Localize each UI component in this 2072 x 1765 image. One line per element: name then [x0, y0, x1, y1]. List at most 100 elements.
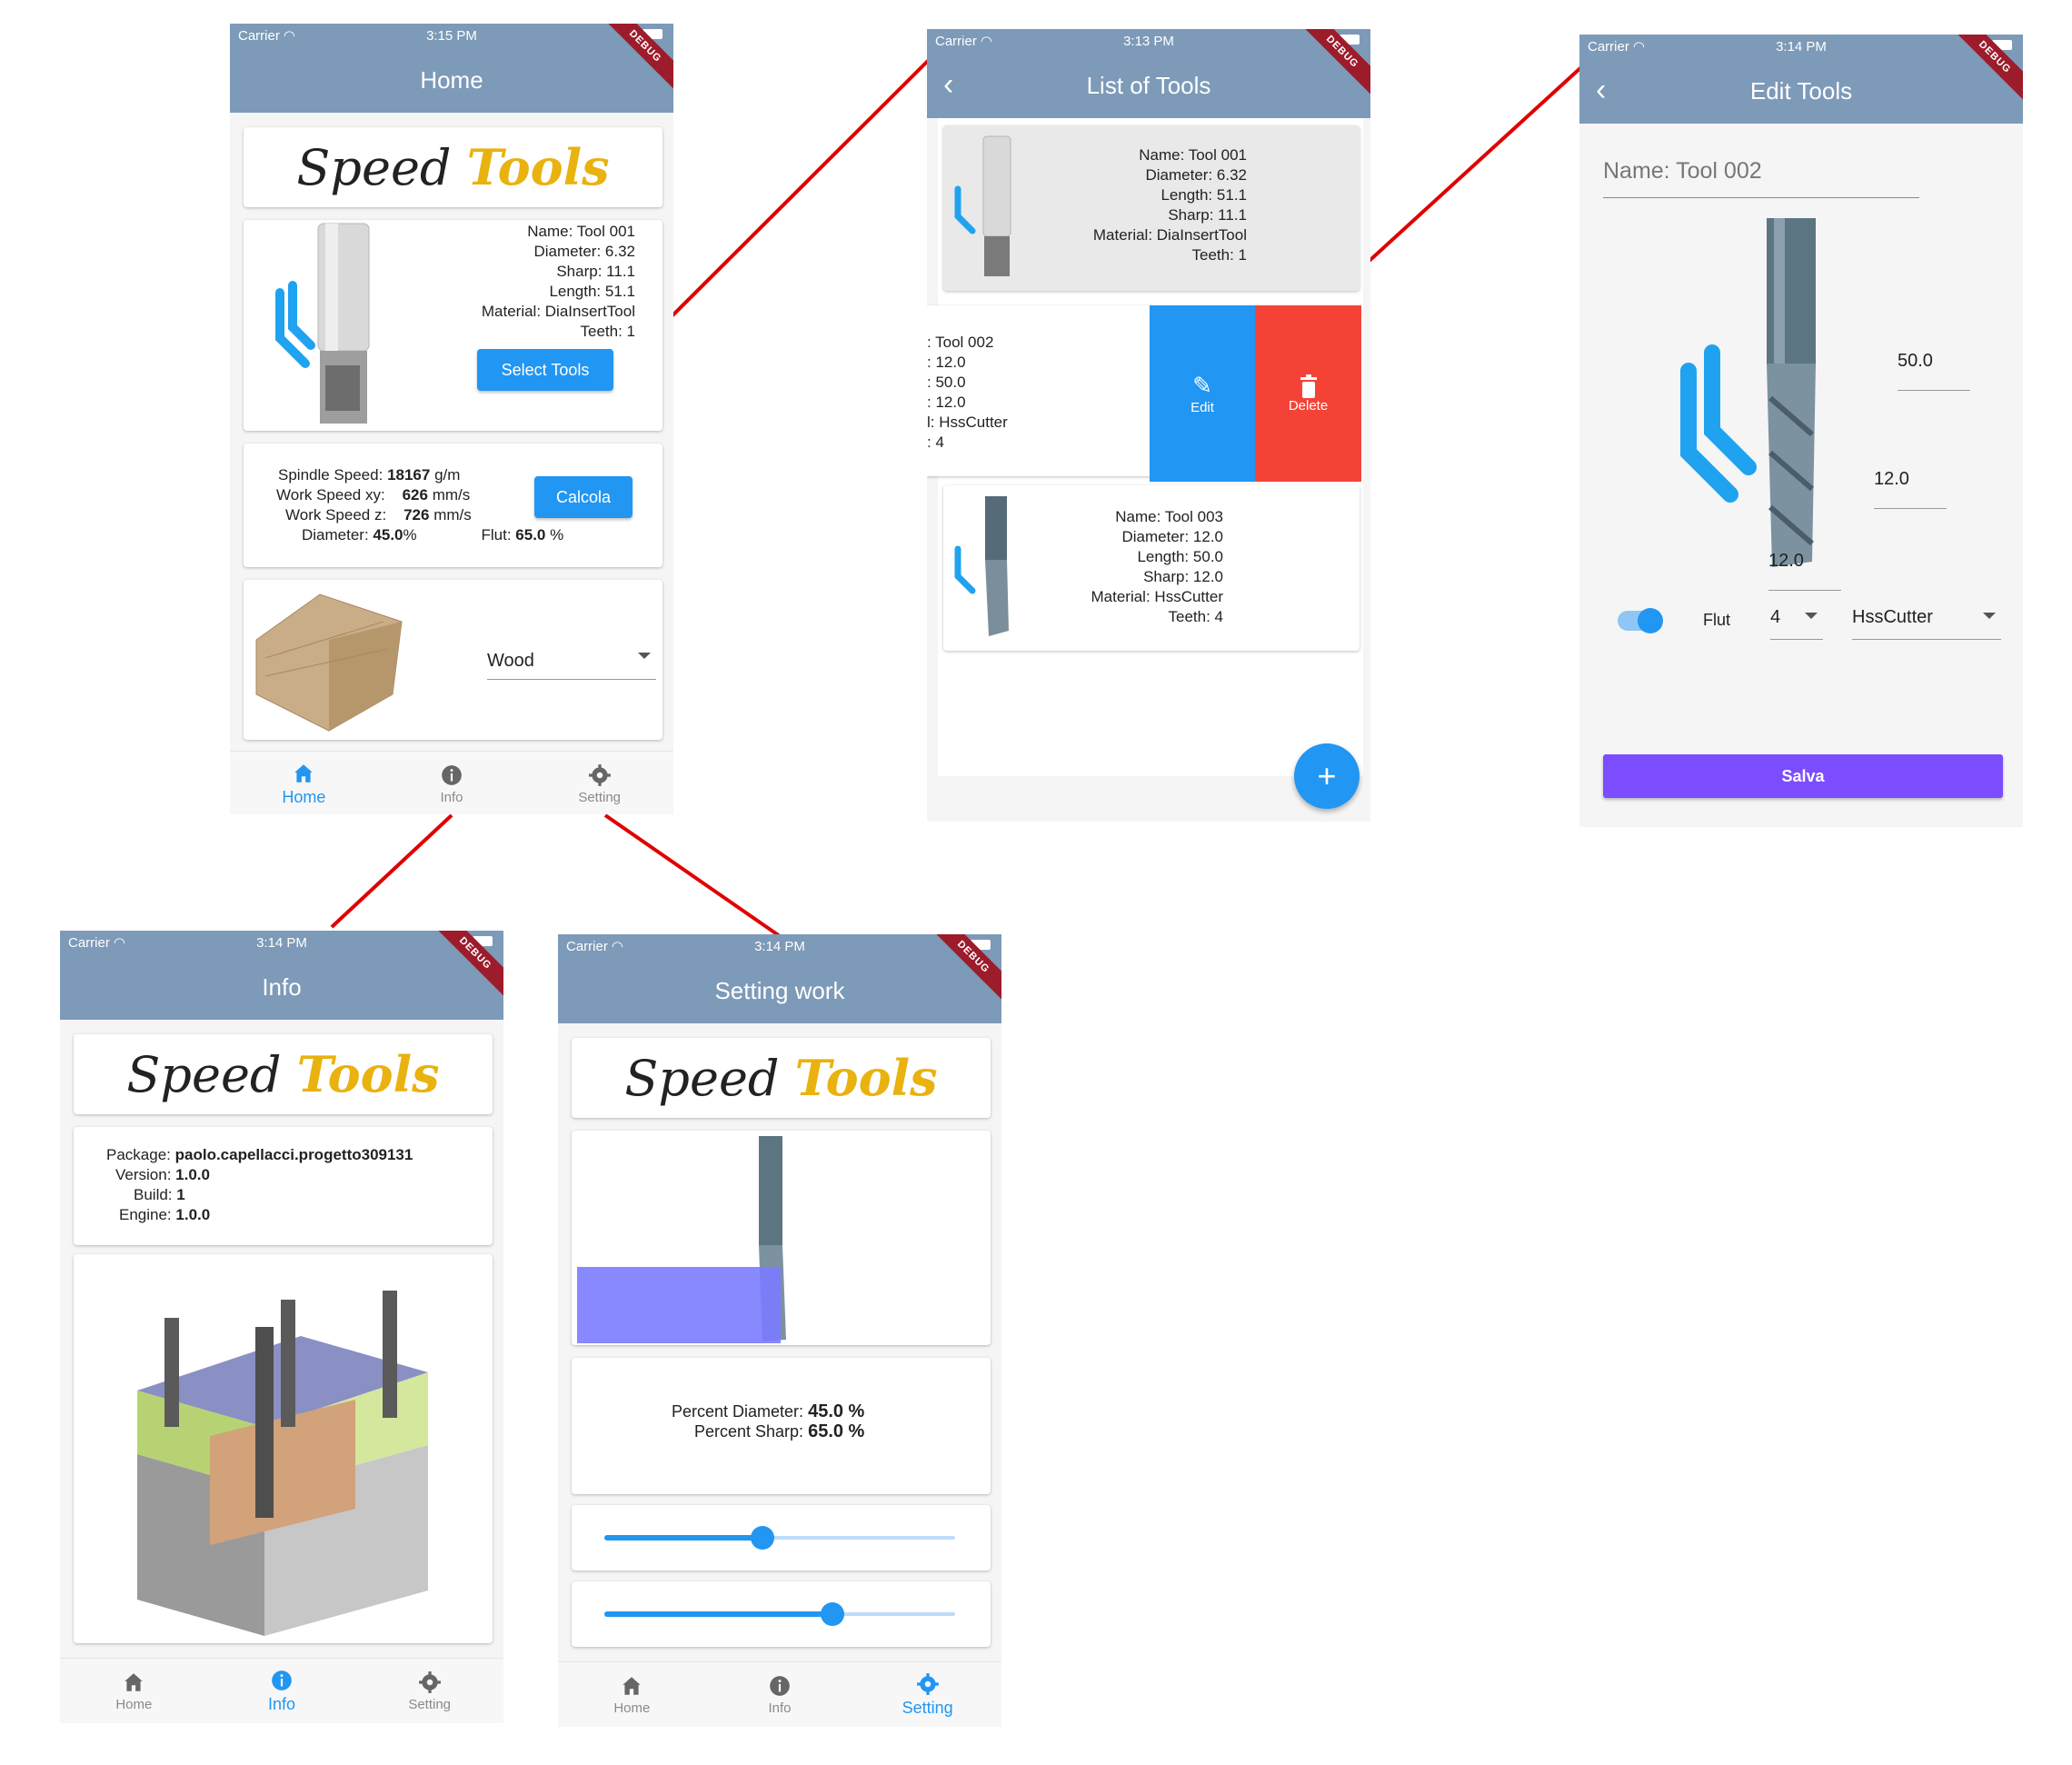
logo-tools-text: Tools [466, 138, 610, 196]
plus-icon: + [1317, 757, 1337, 794]
tool-details: : Tool 002 : 12.0 : 50.0 : 12.0 l: HssCu… [927, 334, 1008, 451]
trash-icon [1300, 374, 1317, 398]
build-value: 1 [176, 1186, 185, 1203]
logo-speed-text: Speed [296, 138, 452, 196]
home-screen: Carrier ◠ 3:15 PM Home DEBUG Speed Tools … [230, 24, 673, 814]
bottom-nav: Home Info Setting [230, 751, 673, 814]
list-item-tool-001[interactable]: Name: Tool 001 Diameter: 6.32 Length: 51… [943, 125, 1360, 291]
selected-tool-card: Name: Tool 001 Diameter: 6.32 Sharp: 11.… [244, 220, 662, 431]
nav-home[interactable]: Home [230, 752, 378, 814]
tool-material: DiaInsertTool [544, 303, 635, 320]
tool-details: Name: Tool 001 Diameter: 6.32 Sharp: 11.… [481, 223, 635, 340]
status-bar: Carrier ◠ 3:15 PM [230, 24, 673, 47]
spindle-speed-value: 18167 [387, 466, 431, 484]
chevron-down-icon [1983, 613, 1996, 619]
chevron-down-icon [638, 653, 651, 659]
page-title: Home [420, 65, 483, 94]
tool-details: Name: Tool 003 Diameter: 12.0 Length: 50… [1091, 508, 1224, 625]
tool-image [275, 223, 370, 424]
work-speed-xy-value: 626 [402, 486, 428, 504]
list-screen: Carrier ◠ 3:13 PM ‹ List of Tools DEBUG N… [927, 29, 1370, 822]
slider-card-sharp [572, 1581, 991, 1647]
select-tools-button[interactable]: Select Tools [477, 349, 613, 391]
diameter-field[interactable]: 12.0 [1768, 551, 1841, 591]
gear-icon [418, 1670, 441, 1693]
add-tool-fab[interactable]: + [1294, 743, 1360, 809]
slider-card-diameter [572, 1505, 991, 1571]
nav-setting[interactable]: Setting [355, 1659, 503, 1723]
sharp-slider-thumb[interactable] [820, 1602, 844, 1626]
pencil-icon: ✎ [1192, 372, 1212, 399]
info-screen: Carrier ◠ 3:14 PM Info DEBUG Speed Tools … [60, 931, 503, 1723]
status-time: 3:14 PM [754, 938, 805, 954]
sharp-field[interactable]: 12.0 [1874, 469, 1947, 509]
tool-image [954, 496, 1009, 636]
nav-info[interactable]: Info [378, 752, 526, 814]
illustration-card [74, 1254, 493, 1643]
app-logo: Speed Tools [126, 1045, 440, 1103]
version-value: 1.0.0 [175, 1166, 210, 1183]
edit-action[interactable]: ✎ Edit [1150, 305, 1255, 482]
status-time: 3:14 PM [1776, 38, 1827, 55]
tool-length: 51.1 [604, 283, 635, 300]
percent-diameter-value: 45.0 % [808, 1401, 865, 1421]
logo-card: Speed Tools [244, 127, 662, 207]
milling-illustration [137, 1291, 428, 1636]
page-title: Edit Tools [1749, 76, 1853, 105]
slider-fill [604, 1611, 832, 1617]
page-title: Info [262, 972, 302, 1001]
setting-screen: Carrier ◠ 3:14 PM Setting work DEBUG Spee… [558, 934, 1001, 1727]
list-item-tool-003[interactable]: Name: Tool 003 Diameter: 12.0 Length: 50… [943, 485, 1360, 651]
tool-details: Name: Tool 001 Diameter: 6.32 Length: 51… [1092, 146, 1247, 264]
work-speed-z-value: 726 [403, 506, 430, 524]
nav-info[interactable]: Info [706, 1662, 854, 1727]
flut-toggle[interactable] [1618, 608, 1663, 633]
gear-icon [588, 763, 611, 786]
app-bar: ‹ Edit Tools [1579, 58, 2023, 124]
edit-screen: Carrier ◠ 3:14 PM ‹ Edit Tools DEBUG Name… [1579, 35, 2023, 827]
material-dropdown[interactable]: HssCutter [1852, 603, 2001, 640]
status-time: 3:14 PM [256, 934, 307, 951]
carrier-label: Carrier [935, 33, 977, 49]
home-icon [294, 763, 314, 783]
material-card: Wood [244, 580, 662, 740]
info-icon [442, 764, 462, 785]
carrier-label: Carrier [238, 27, 280, 44]
app-bar: ‹ List of Tools [927, 53, 1370, 118]
material-dropdown[interactable]: Wood [487, 643, 656, 680]
wifi-icon: ◠ [283, 28, 295, 44]
percent-card: Percent Diameter: 45.0 % Percent Sharp: … [572, 1358, 991, 1494]
carrier-label: Carrier [1588, 38, 1629, 55]
gear-icon [916, 1672, 939, 1695]
tool-teeth: 1 [626, 323, 635, 340]
app-info-card: Package: paolo.capellacci.progetto309131… [74, 1127, 493, 1245]
nav-home[interactable]: Home [558, 1662, 706, 1727]
nav-setting[interactable]: Setting [853, 1662, 1001, 1727]
nav-setting[interactable]: Setting [525, 752, 673, 814]
teeth-dropdown[interactable]: 4 [1770, 603, 1823, 640]
material-selected-value: Wood [487, 651, 534, 671]
length-field[interactable]: 50.0 [1898, 351, 1970, 391]
name-field[interactable]: Name: Tool 002 [1603, 158, 1919, 198]
save-button[interactable]: Salva [1603, 754, 2003, 798]
back-arrow-icon[interactable]: ‹ [1596, 75, 1606, 105]
app-logo: Speed Tools [244, 127, 662, 207]
calcola-button[interactable]: Calcola [534, 476, 633, 518]
back-arrow-icon[interactable]: ‹ [943, 69, 953, 100]
delete-action[interactable]: Delete [1255, 305, 1361, 482]
nav-home[interactable]: Home [60, 1659, 208, 1723]
info-icon [272, 1670, 292, 1690]
carrier-label: Carrier [566, 938, 608, 954]
app-bar: Setting work [558, 958, 1001, 1023]
diameter-slider-thumb[interactable] [750, 1526, 774, 1550]
connector-home-info [330, 813, 453, 929]
nav-info[interactable]: Info [208, 1659, 356, 1723]
tool-name: Tool 001 [576, 223, 635, 240]
list-item-tool-002-swiped[interactable]: : Tool 002 : 12.0 : 50.0 : 12.0 l: HssCu… [927, 305, 1151, 476]
cut-preview-card [572, 1131, 991, 1345]
tool-image [954, 135, 1011, 276]
tool-diameter: 6.32 [604, 243, 635, 260]
tools-list: Name: Tool 001 Diameter: 6.32 Length: 51… [927, 118, 1363, 776]
wifi-icon: ◠ [113, 935, 125, 951]
tool-image [1680, 218, 1816, 567]
